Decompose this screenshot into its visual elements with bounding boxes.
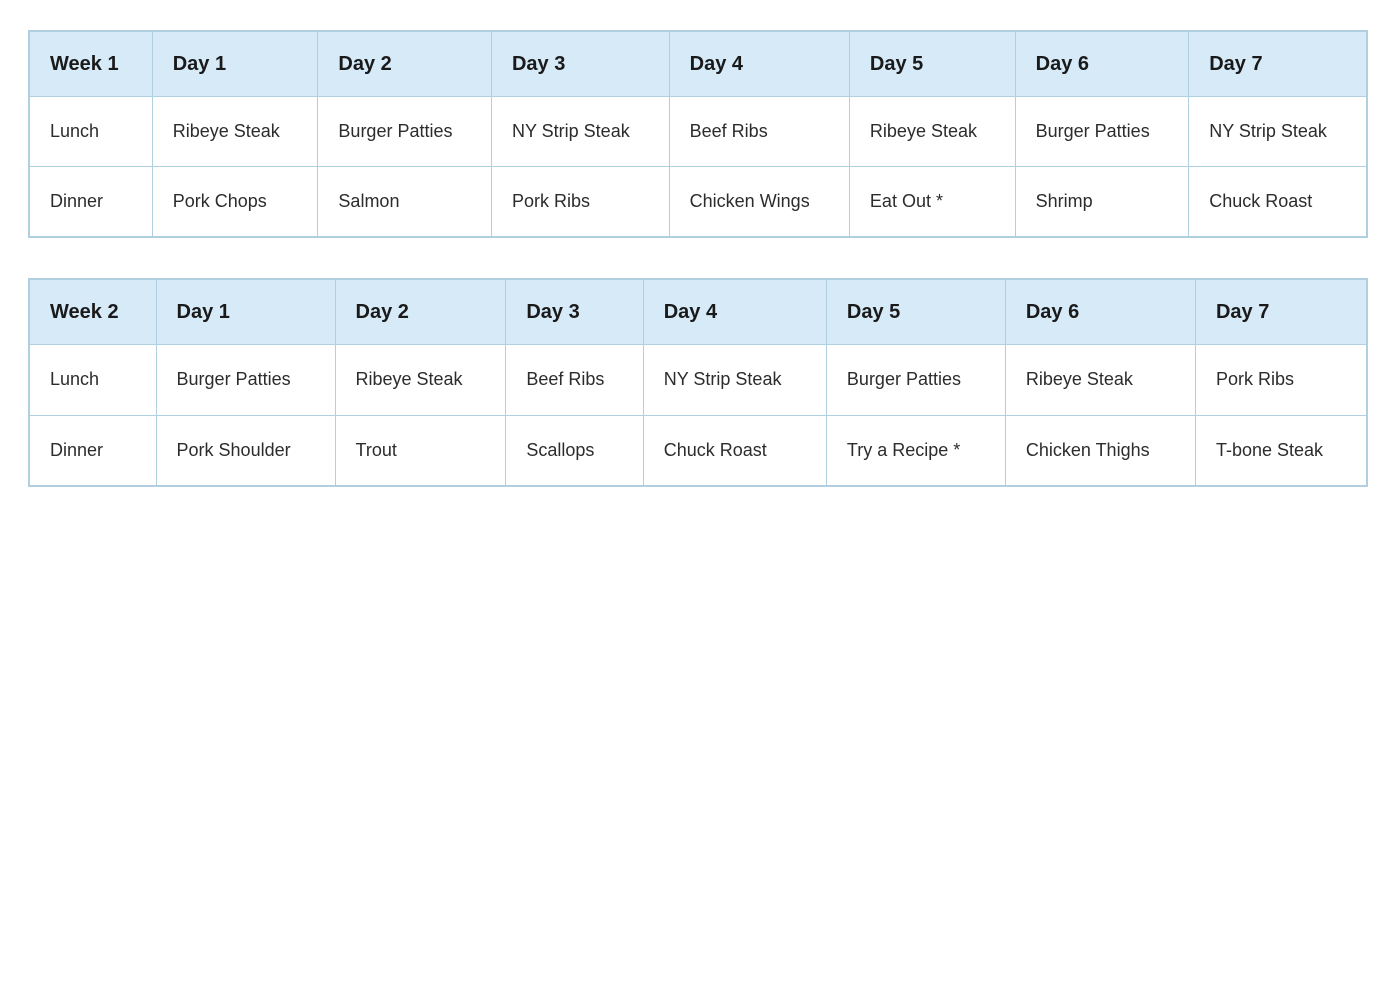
week2-lunch-label: Lunch [29,345,156,415]
week1-dinner-day5: Eat Out * [849,167,1015,238]
week1-lunch-day5: Ribeye Steak [849,97,1015,167]
week2-dinner-day2: Trout [335,415,506,486]
week1-header-day4: Day 4 [669,31,849,97]
week2-header-day7: Day 7 [1195,279,1367,345]
week2-dinner-day4: Chuck Roast [643,415,826,486]
week2-header-day2: Day 2 [335,279,506,345]
week2-lunch-row: Lunch Burger Patties Ribeye Steak Beef R… [29,345,1367,415]
week1-dinner-label: Dinner [29,167,152,238]
week1-dinner-day4: Chicken Wings [669,167,849,238]
week1-lunch-day4: Beef Ribs [669,97,849,167]
week1-dinner-day3: Pork Ribs [491,167,669,238]
week2-table: Week 2 Day 1 Day 2 Day 3 Day 4 Day 5 Day… [28,278,1368,486]
week1-header-week: Week 1 [29,31,152,97]
week1-lunch-day1: Ribeye Steak [152,97,318,167]
week1-dinner-day7: Chuck Roast [1189,167,1367,238]
week1-header-day1: Day 1 [152,31,318,97]
week2-header-day1: Day 1 [156,279,335,345]
week1-dinner-row: Dinner Pork Chops Salmon Pork Ribs Chick… [29,167,1367,238]
week2-dinner-row: Dinner Pork Shoulder Trout Scallops Chuc… [29,415,1367,486]
week2-lunch-day1: Burger Patties [156,345,335,415]
week2-lunch-day3: Beef Ribs [506,345,643,415]
week2-dinner-day6: Chicken Thighs [1005,415,1195,486]
week2-dinner-label: Dinner [29,415,156,486]
week2-lunch-day7: Pork Ribs [1195,345,1367,415]
week1-dinner-day1: Pork Chops [152,167,318,238]
week2-dinner-day3: Scallops [506,415,643,486]
week1-lunch-label: Lunch [29,97,152,167]
week2-header-day3: Day 3 [506,279,643,345]
week2-header-day5: Day 5 [826,279,1005,345]
week1-table: Week 1 Day 1 Day 2 Day 3 Day 4 Day 5 Day… [28,30,1368,238]
week1-header-day2: Day 2 [318,31,492,97]
week1-header-day6: Day 6 [1015,31,1189,97]
week2-lunch-day4: NY Strip Steak [643,345,826,415]
week1-lunch-day3: NY Strip Steak [491,97,669,167]
week1-lunch-day6: Burger Patties [1015,97,1189,167]
week1-lunch-row: Lunch Ribeye Steak Burger Patties NY Str… [29,97,1367,167]
week2-lunch-day6: Ribeye Steak [1005,345,1195,415]
week1-dinner-day6: Shrimp [1015,167,1189,238]
week2-dinner-day7: T-bone Steak [1195,415,1367,486]
week1-header-day3: Day 3 [491,31,669,97]
week1-header-day7: Day 7 [1189,31,1367,97]
week1-lunch-day2: Burger Patties [318,97,492,167]
week2-lunch-day5: Burger Patties [826,345,1005,415]
week2-header-day4: Day 4 [643,279,826,345]
week2-header-week: Week 2 [29,279,156,345]
week2-dinner-day5: Try a Recipe * [826,415,1005,486]
week1-header-day5: Day 5 [849,31,1015,97]
week1-lunch-day7: NY Strip Steak [1189,97,1367,167]
week2-dinner-day1: Pork Shoulder [156,415,335,486]
week2-lunch-day2: Ribeye Steak [335,345,506,415]
week2-header-day6: Day 6 [1005,279,1195,345]
week1-dinner-day2: Salmon [318,167,492,238]
